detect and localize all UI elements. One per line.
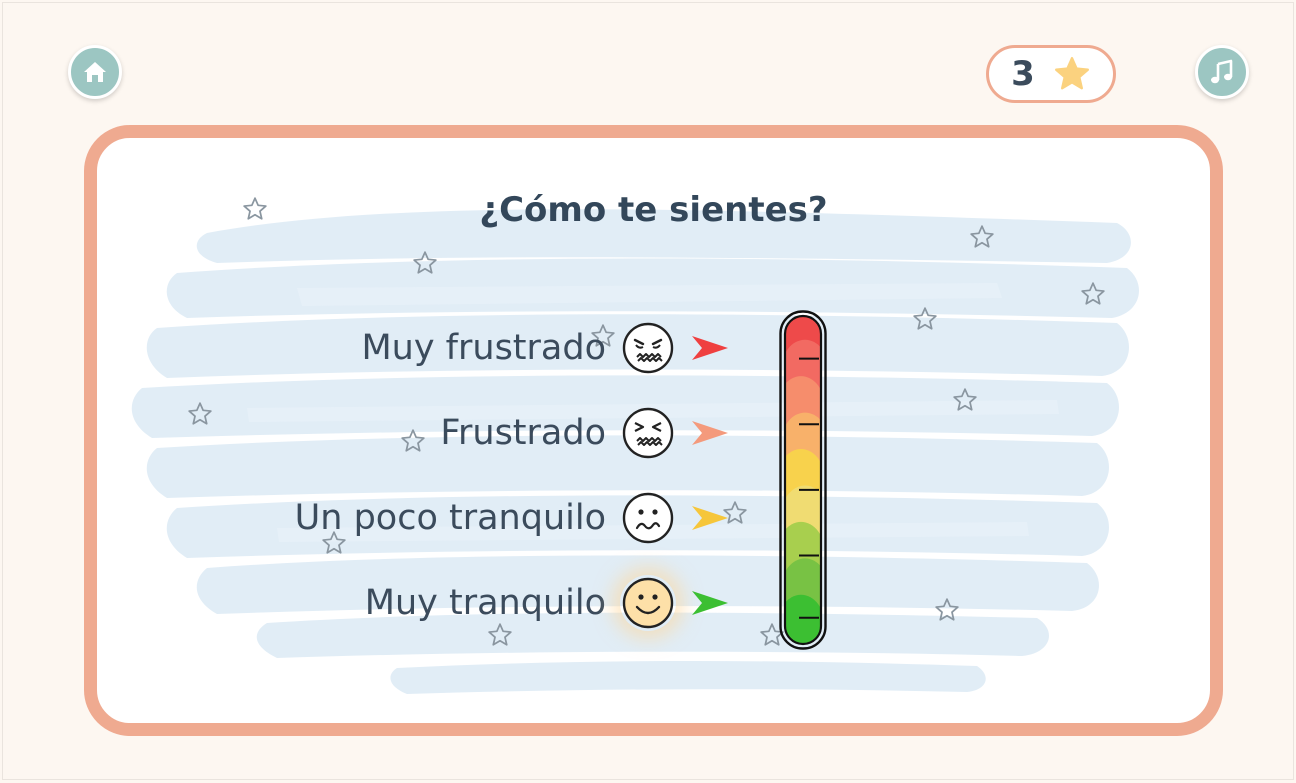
frustrated-face-icon <box>620 405 676 461</box>
decorative-star-icon <box>913 307 937 330</box>
option-very-calm[interactable]: Muy tranquilo <box>365 573 730 633</box>
home-icon <box>84 62 106 82</box>
option-label: Frustrado <box>440 413 606 453</box>
music-note-icon <box>1211 59 1233 84</box>
star-icon <box>1054 56 1089 90</box>
question-card: ¿Cómo te sientes? Muy frustrado Frustrad… <box>84 125 1223 736</box>
home-button[interactable] <box>68 45 122 99</box>
arrow-icon <box>690 333 730 363</box>
option-frustrated[interactable]: Frustrado <box>440 403 730 463</box>
option-very-frustrated[interactable]: Muy frustrado <box>361 318 730 378</box>
music-button[interactable] <box>1195 45 1249 99</box>
decorative-star-icon <box>1081 282 1105 305</box>
score-badge: 3 <box>986 45 1116 103</box>
arrow-icon <box>690 503 730 533</box>
very-frustrated-face-icon <box>620 320 676 376</box>
very-calm-face-icon <box>620 575 676 631</box>
emotion-meter <box>779 310 827 650</box>
decorative-star-icon <box>953 388 977 411</box>
arrow-icon <box>690 588 730 618</box>
option-label: Muy frustrado <box>361 328 606 368</box>
decorative-star-icon <box>401 429 425 452</box>
decorative-star-icon <box>188 402 212 425</box>
score-value: 3 <box>1011 54 1035 94</box>
option-label: Un poco tranquilo <box>294 498 606 538</box>
decorative-star-icon <box>935 598 959 621</box>
decorative-star-icon <box>413 251 437 274</box>
slightly-calm-face-icon <box>620 490 676 546</box>
question-title: ¿Cómo te sientes? <box>479 190 828 230</box>
option-label: Muy tranquilo <box>364 583 606 623</box>
option-slightly-calm[interactable]: Un poco tranquilo <box>295 488 730 548</box>
arrow-icon <box>690 418 730 448</box>
